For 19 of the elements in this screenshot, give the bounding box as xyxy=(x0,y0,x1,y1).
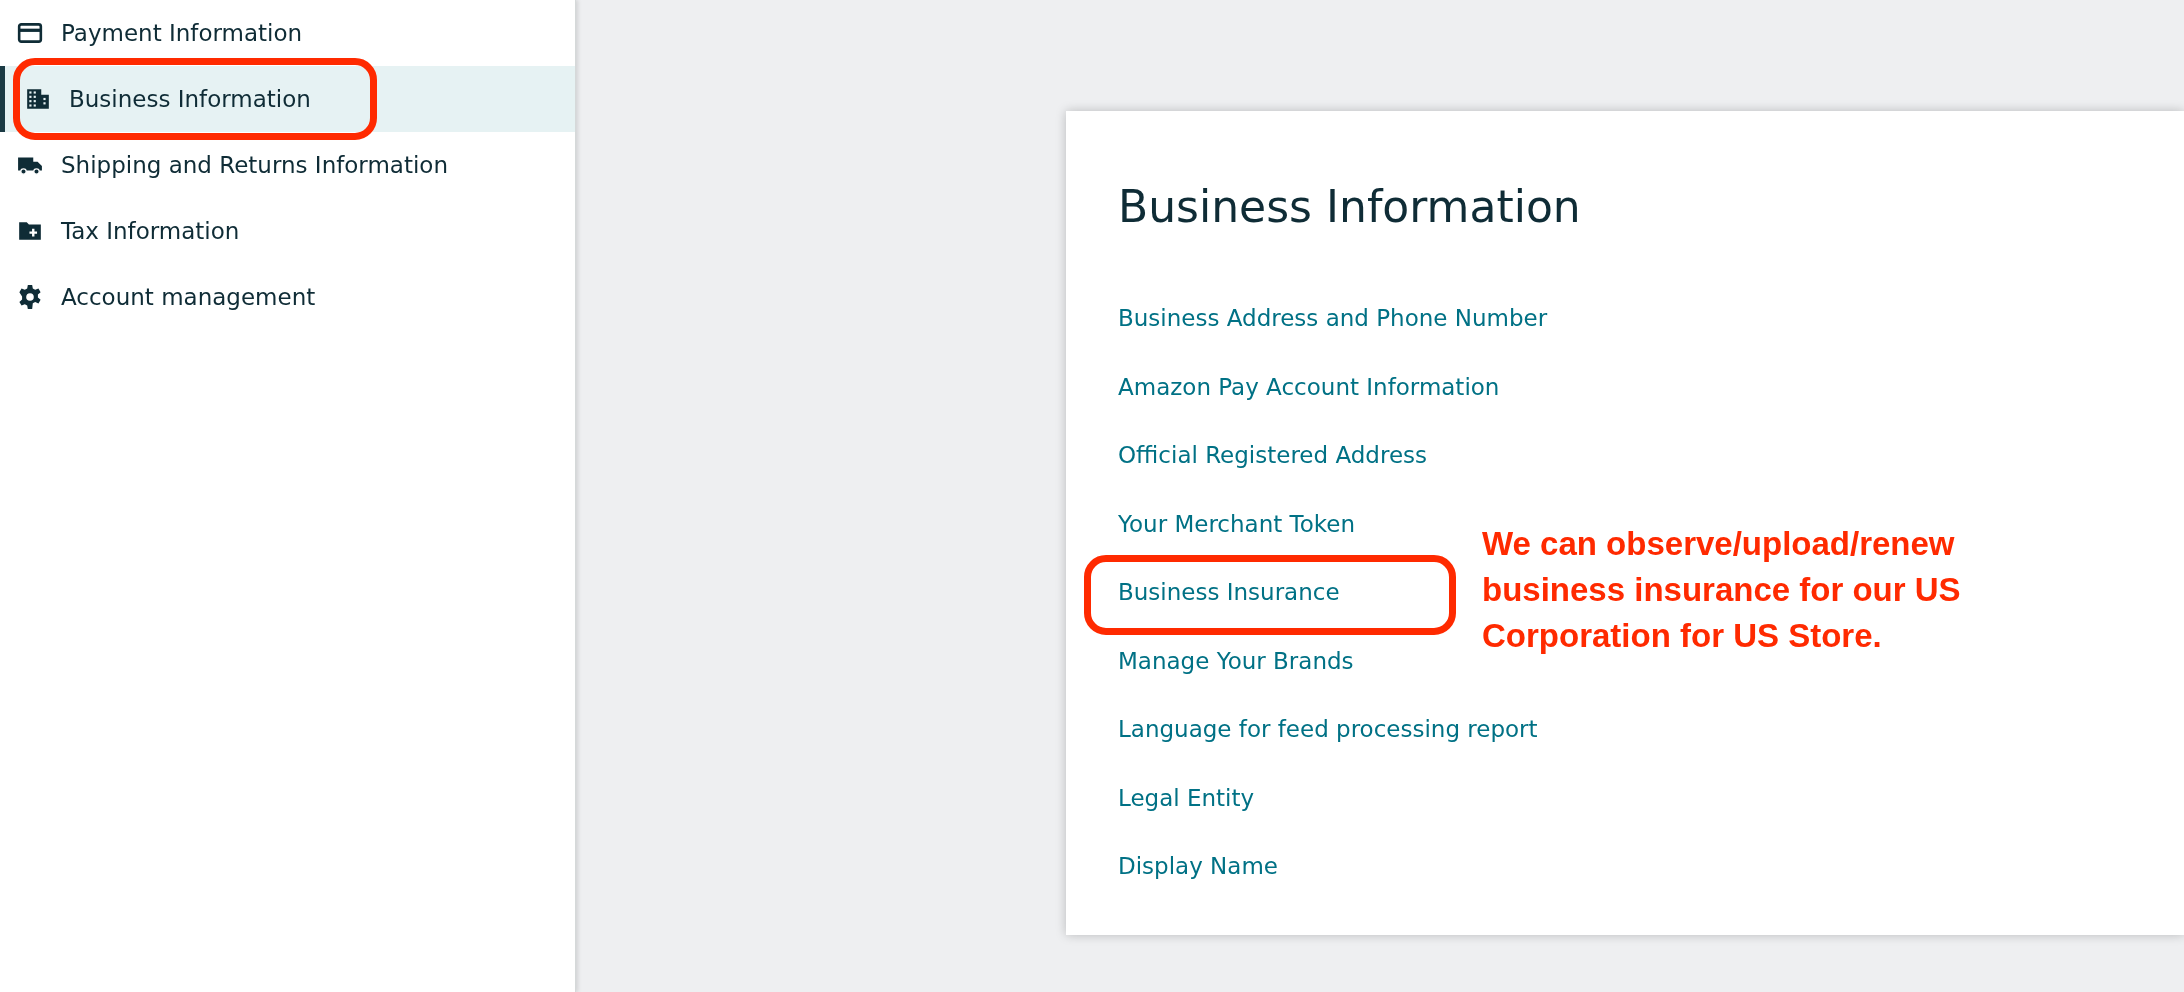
sidebar-item[interactable]: Tax Information xyxy=(0,198,575,264)
settings-link[interactable]: Language for feed processing report xyxy=(1118,716,1538,743)
settings-link[interactable]: Business Address and Phone Number xyxy=(1118,305,1548,332)
settings-link[interactable]: Legal Entity xyxy=(1118,784,1255,811)
settings-link[interactable]: Business Insurance xyxy=(1118,579,1340,606)
sidebar-item[interactable]: Payment Information xyxy=(0,0,575,66)
settings-link[interactable]: Display Name xyxy=(1118,853,1278,880)
settings-link[interactable]: Manage Your Brands xyxy=(1118,647,1354,674)
sidebar-item[interactable]: Business Information xyxy=(0,66,575,132)
card-title: Business Information xyxy=(1118,181,1582,232)
settings-link[interactable]: Official Registered Address xyxy=(1118,442,1428,469)
settings-icon xyxy=(17,284,43,310)
sidebar-item[interactable]: Shipping and Returns Information xyxy=(0,132,575,198)
settings-link[interactable]: Your Merchant Token xyxy=(1118,510,1356,537)
sidebar-item[interactable]: Account management xyxy=(0,264,575,330)
credit-card-icon xyxy=(17,20,43,46)
annotation-note: We can observe/upload/renew business insurance for our US Corporation for US Store. xyxy=(1482,524,1962,656)
building-icon xyxy=(25,86,51,112)
settings-link[interactable]: Amazon Pay Account Information xyxy=(1118,373,1500,400)
